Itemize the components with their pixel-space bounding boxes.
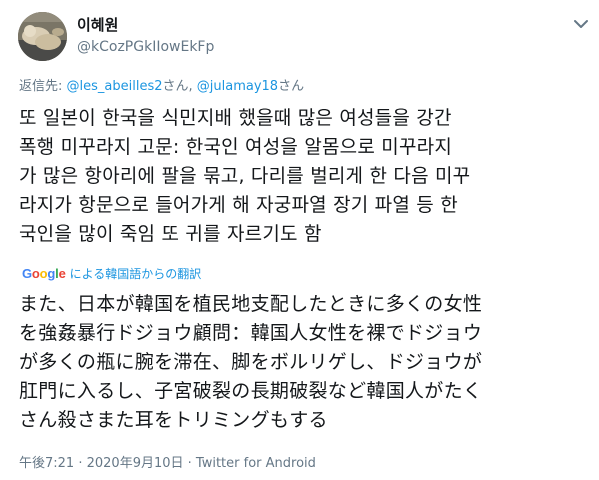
original-line: 폭행 미꾸라지 고문: 한국인 여성을 알몸으로 미꾸라지 [19, 136, 452, 158]
avatar[interactable] [18, 12, 67, 61]
tweet-original-text: 또 일본이 한국을 식민지배 했을때 많은 여성들을 강간 폭행 미꾸라지 고문… [19, 104, 589, 249]
original-line: 또 일본이 한국을 식민지배 했을때 많은 여성들을 강간 [19, 107, 452, 129]
translated-line: 肛門に入るし、子宮破裂の長期破裂など韓国人がたく [19, 380, 483, 402]
tweet-meta: 午後7:21 · 2020年9月10日 · Twitter for Androi… [19, 455, 316, 473]
mention-link-julamay18[interactable]: @julamay18 [197, 79, 278, 94]
meta-separator: · [74, 456, 87, 471]
tweet-translated-text: また、日本が韓国を植民地支配したときに多くの女性 を強姦暴行ドジョウ顧問：韓国人… [19, 290, 594, 435]
tweet: 이혜원 @kCozPGkIIowEkFp 返信先: @les_abeilles2… [0, 0, 599, 480]
reply-suffix-2: さん [278, 79, 305, 94]
avatar-image [18, 12, 67, 61]
mention-link-les-abeilles2[interactable]: @les_abeilles2 [67, 79, 163, 94]
original-line: 국인을 많이 죽임 또 귀를 자르기도 함 [19, 223, 322, 245]
tweet-time[interactable]: 午後7:21 [19, 456, 74, 471]
meta-separator: · [183, 456, 196, 471]
translation-label[interactable]: による韓国語からの翻訳 [70, 267, 202, 281]
author-name[interactable]: 이혜원 [77, 15, 118, 35]
tweet-date[interactable]: 2020年9月10日 [87, 456, 184, 471]
translation-badge[interactable]: Google による韓国語からの翻訳 [22, 266, 201, 282]
original-line: 가 많은 항아리에 팔을 묶고, 다리를 벌리게 한 다음 미꾸 [19, 165, 471, 187]
google-logo: Google [22, 266, 66, 281]
translated-line: また、日本が韓国を植民地支配したときに多くの女性 [19, 293, 483, 315]
reply-to-line: 返信先: @les_abeilles2さん, @julamay18さん [19, 78, 304, 96]
reply-suffix-1: さん, [162, 79, 197, 94]
translated-line: が多くの瓶に腕を滞在、脚をボルリゲし、ドジョウが [19, 351, 483, 373]
reply-prefix: 返信先: [19, 79, 67, 94]
translated-line: を強姦暴行ドジョウ顧問：韓国人女性を裸でドジョウ [19, 322, 483, 344]
original-line: 라지가 항문으로 들어가게 해 자궁파열 장기 파열 등 한 [19, 194, 458, 216]
translated-line: さん殺さまた耳をトリミングもする [19, 409, 328, 431]
author-handle[interactable]: @kCozPGkIIowEkFp [77, 37, 214, 57]
tweet-source[interactable]: Twitter for Android [196, 456, 316, 471]
chevron-down-icon[interactable] [572, 17, 590, 31]
